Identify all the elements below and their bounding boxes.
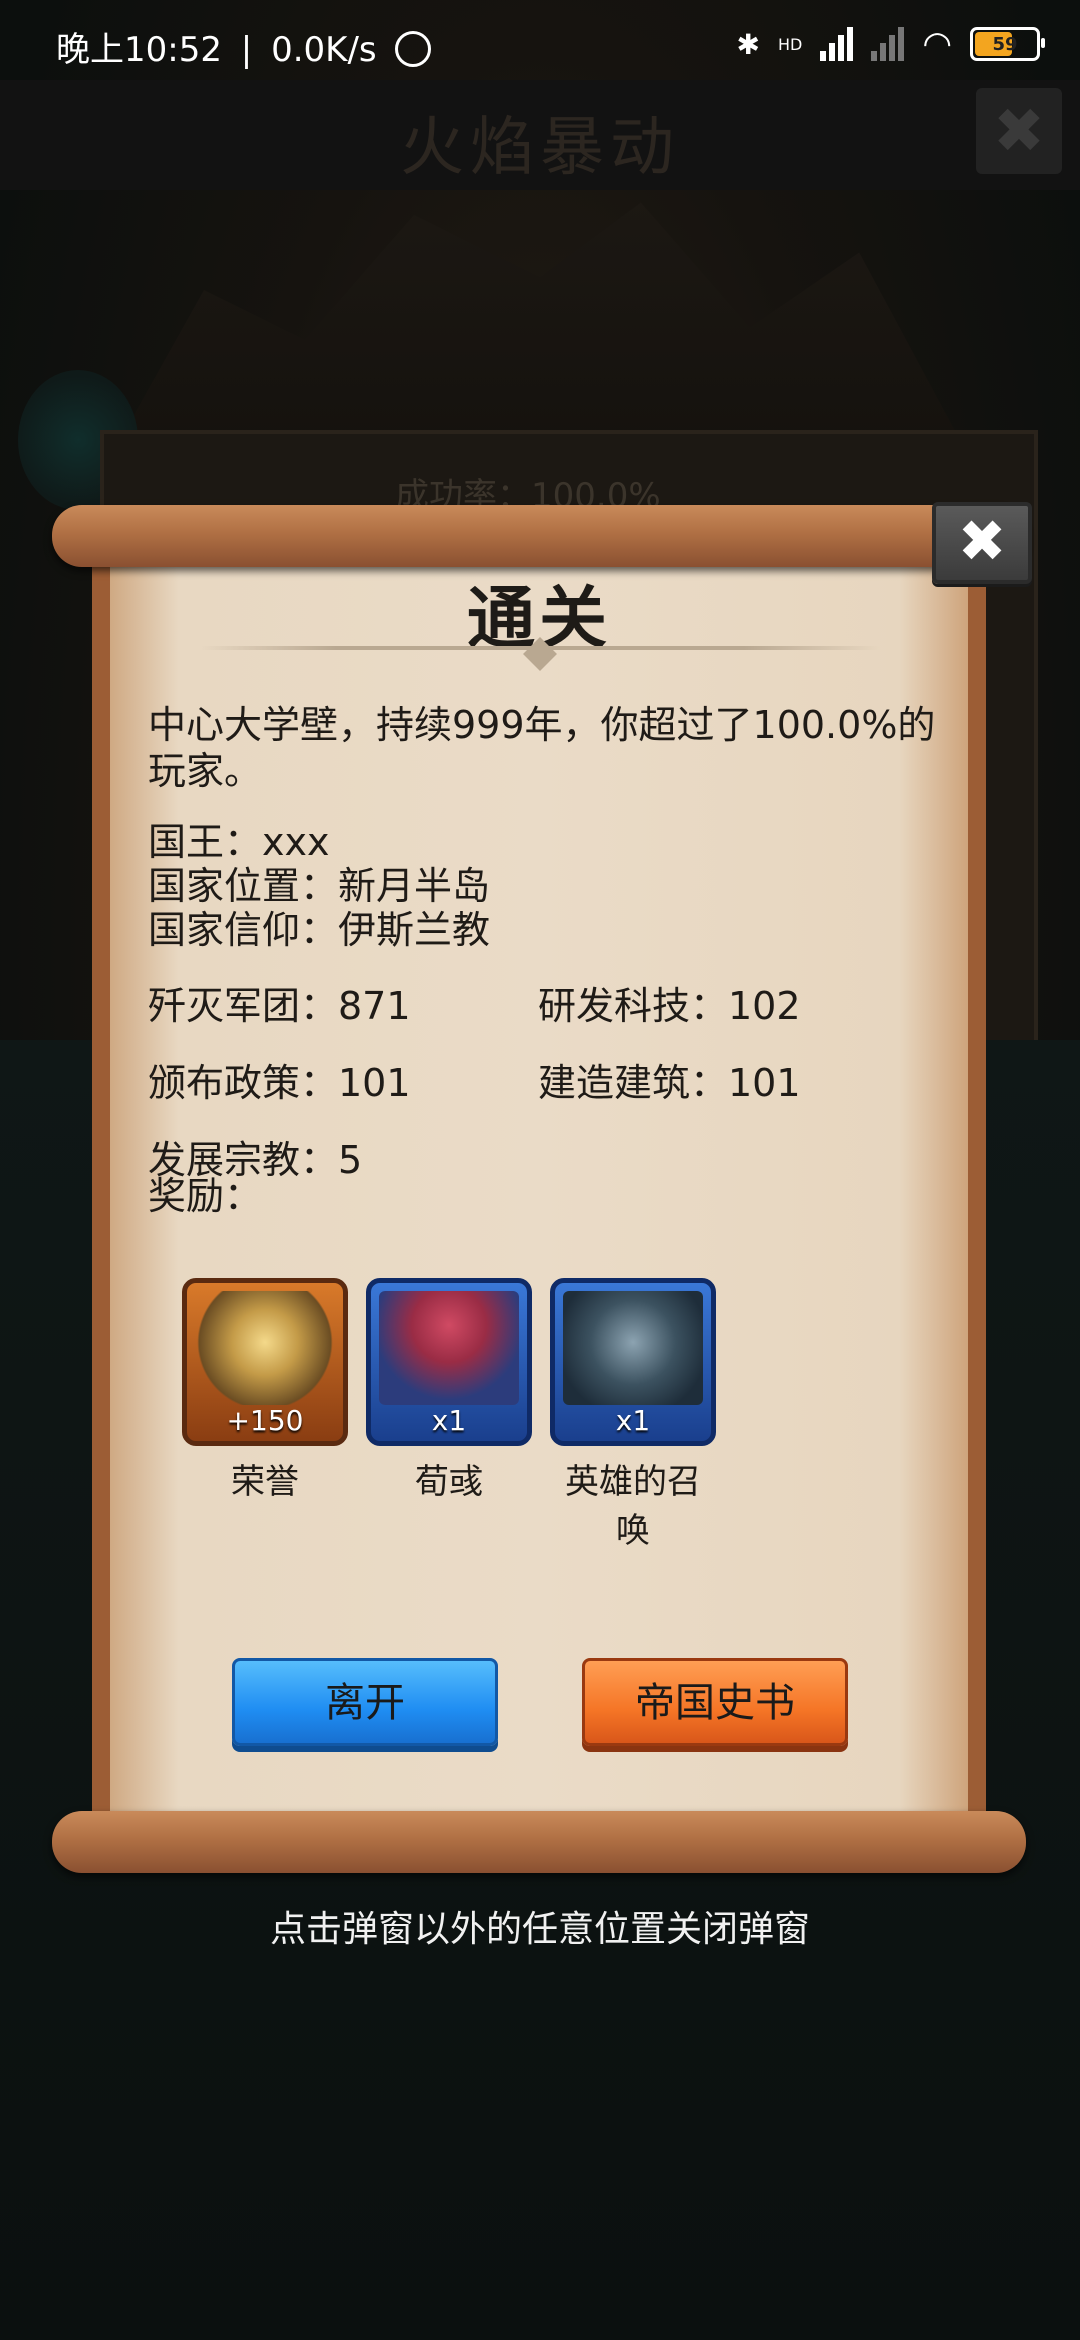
knight-card-icon: x1	[550, 1278, 716, 1446]
rewards-label: 奖励：	[148, 1174, 263, 1218]
battery-icon: 59	[970, 27, 1045, 61]
reward-name: 英雄的召唤	[565, 1462, 701, 1551]
reward-name: 荣誉	[231, 1462, 299, 1502]
background-close-icon: ✖	[976, 88, 1062, 174]
close-hint-text: 点击弹窗以外的任意位置关闭弹窗	[269, 1909, 810, 1950]
empire-history-button[interactable]: 帝国史书	[582, 1658, 848, 1746]
alarm-icon	[395, 31, 432, 67]
signal-strength-icon	[820, 27, 854, 61]
stat-buildings: 建造建筑：101	[538, 1061, 801, 1105]
wifi-icon: ◠	[922, 24, 952, 64]
reward-count: x1	[615, 1404, 651, 1437]
knight-art	[563, 1291, 703, 1405]
location-label: 国家位置：新月半岛	[148, 864, 491, 908]
leave-button[interactable]: 离开	[232, 1658, 498, 1746]
bluetooth-icon: ✱	[736, 27, 760, 61]
network-speed: 0.0K/s	[271, 30, 377, 70]
battery-level: 59	[992, 33, 1018, 55]
reward-name: 荀彧	[415, 1462, 483, 1502]
faith-label: 国家信仰：伊斯兰教	[148, 908, 491, 952]
reward-item-general[interactable]: x1 荀彧	[366, 1278, 532, 1552]
scroll-bottom-roll	[52, 1811, 1026, 1873]
signal-strength-2-icon	[871, 27, 905, 61]
status-time: 晚上10:52	[56, 30, 222, 70]
reward-item-hero-summon[interactable]: x1 英雄的召唤	[550, 1278, 716, 1552]
summary-text: 中心大学壁，持续999年，你超过了100.0%的玩家。	[148, 703, 936, 793]
king-label: 国王：xxx	[148, 820, 330, 864]
stat-destroyed-armies: 歼灭军团：871	[148, 984, 411, 1028]
status-right: ✱ HD ◠ 59	[736, 24, 1045, 64]
reward-count: x1	[431, 1404, 467, 1437]
stats-grid: 歼灭军团：871 研发科技：102 颁布政策：101 建造建筑：101 发展宗教…	[148, 975, 908, 1184]
reward-item-honor[interactable]: +150 荣誉	[182, 1278, 348, 1552]
honor-badge-icon: +150	[182, 1278, 348, 1446]
stat-policies: 颁布政策：101	[148, 1061, 411, 1105]
stat-researched-tech: 研发科技：102	[538, 984, 801, 1028]
honor-emblem-art	[195, 1291, 335, 1405]
hd-label: HD	[777, 34, 803, 54]
status-separator: |	[240, 30, 253, 70]
general-portrait-art	[379, 1291, 519, 1405]
status-left: 晚上10:52 | 0.0K/s	[56, 22, 439, 71]
general-portrait-icon: x1	[366, 1278, 532, 1446]
scroll-top-roll	[52, 505, 1026, 567]
rewards-list: +150 荣誉 x1 荀彧 x1 英雄的召唤	[182, 1278, 716, 1552]
background-title: 火焰暴动	[400, 111, 680, 185]
reward-count: +150	[226, 1404, 304, 1437]
status-bar: 晚上10:52 | 0.0K/s ✱ HD ◠ 59	[0, 0, 1080, 92]
country-info: 国王：xxx 国家位置：新月半岛 国家信仰：伊斯兰教	[148, 820, 490, 952]
